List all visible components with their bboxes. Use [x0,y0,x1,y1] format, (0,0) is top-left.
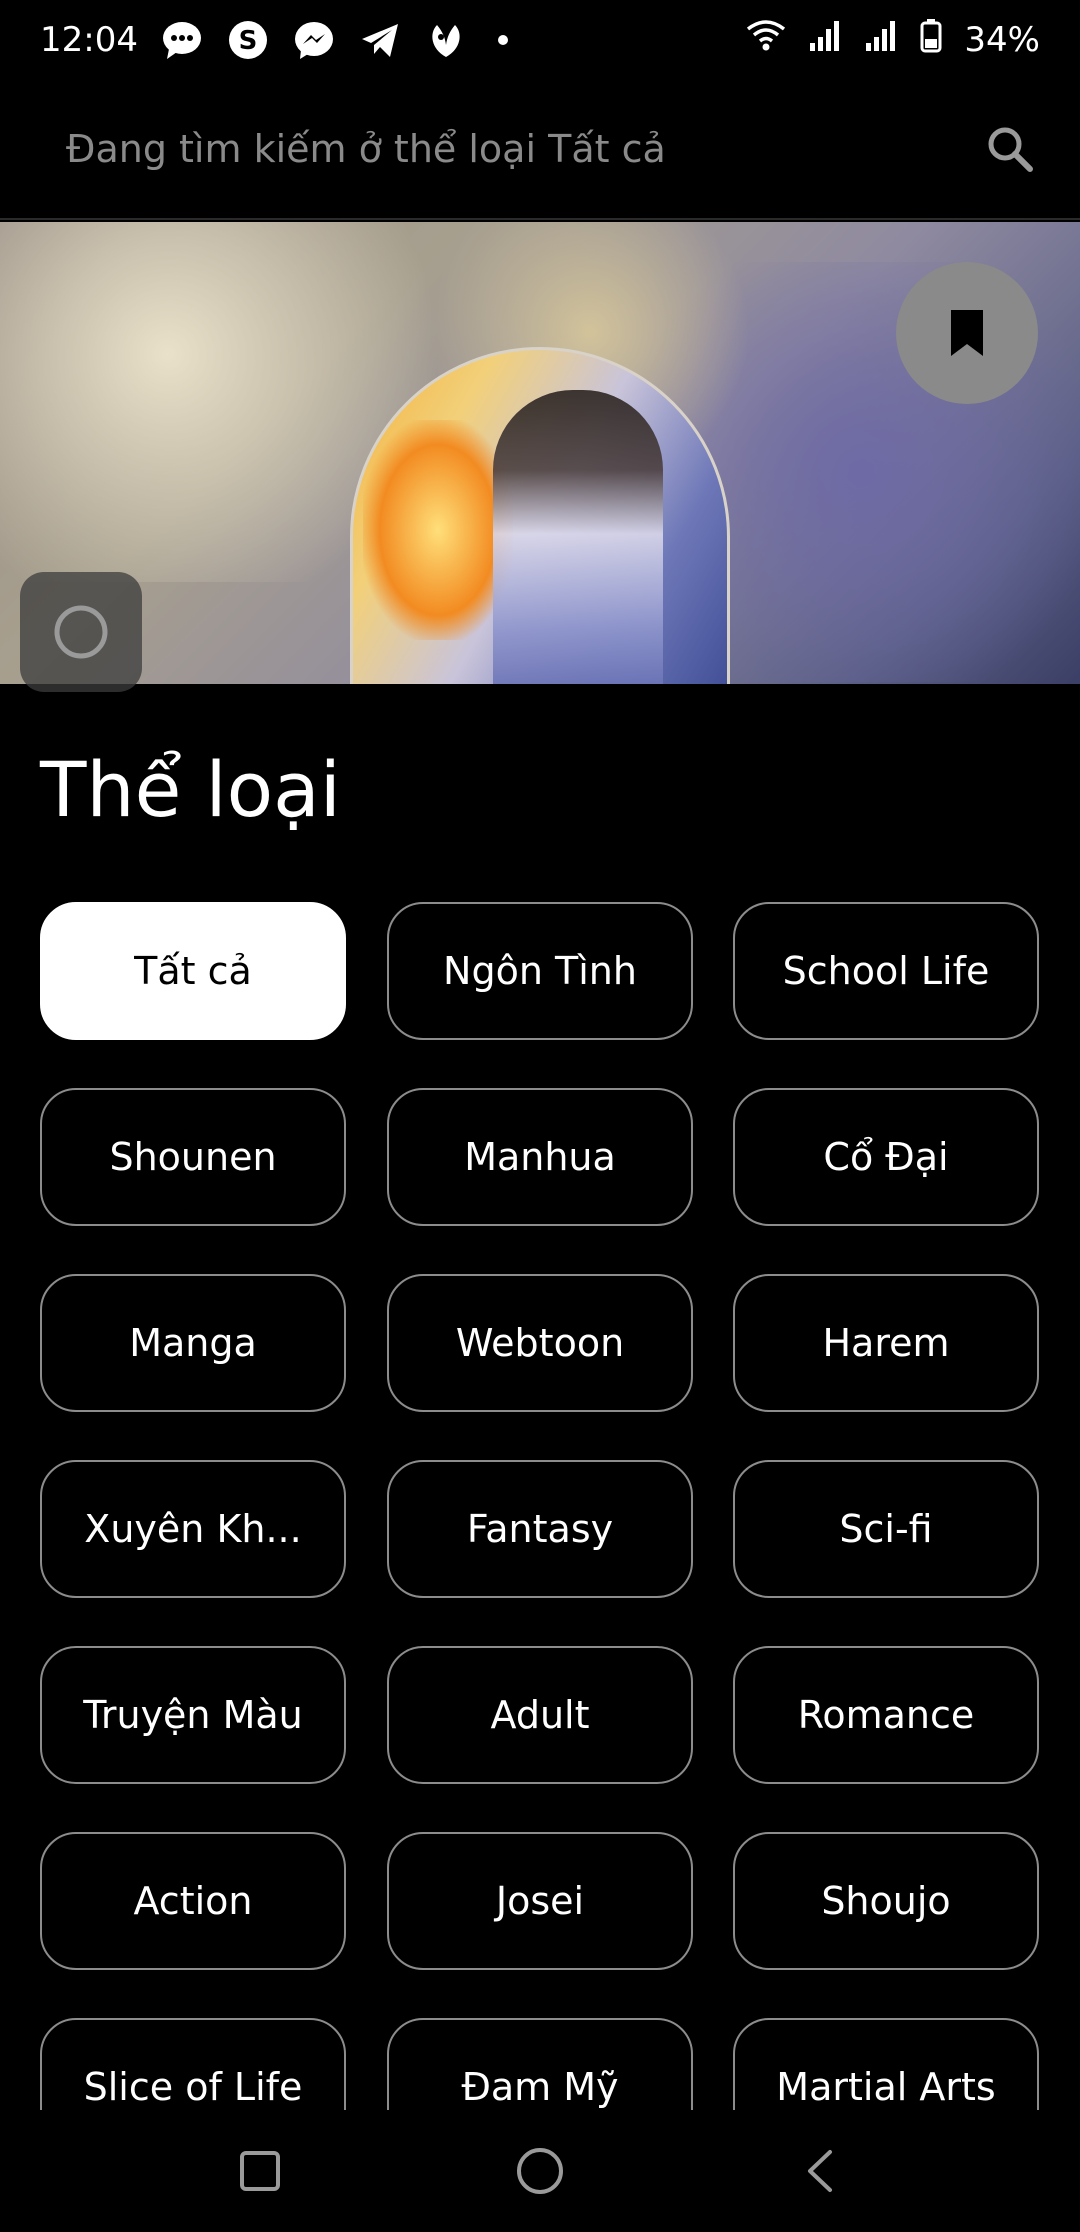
search-input[interactable] [64,126,980,172]
messenger-icon [292,18,336,62]
search-icon[interactable] [980,119,1040,179]
category-chip-label: Adult [490,1693,590,1737]
bookmark-button[interactable] [896,262,1038,404]
status-time: 12:04 [40,20,138,60]
category-chip[interactable]: Action [40,1832,346,1970]
search-bar [0,80,1080,220]
navigation-bar [0,2110,1080,2232]
category-chip[interactable]: Cổ Đại [733,1088,1039,1226]
category-chip[interactable]: Sci-fi [733,1460,1039,1598]
category-chip[interactable]: Josei [387,1832,693,1970]
cover-artwork-flame [363,420,513,640]
cover-artwork-figure [493,390,663,684]
category-chip-label: Martial Arts [776,2065,996,2109]
back-chevron-icon [808,2150,832,2192]
category-chip[interactable]: Manhua [387,1088,693,1226]
svg-text:S: S [239,26,258,56]
category-chip-label: Xuyên Kh... [84,1507,302,1551]
signal-icon-2 [864,19,898,62]
category-chip-label: Manga [129,1321,257,1365]
status-left: 12:04 S [40,18,508,62]
category-chip-label: Ngôn Tình [443,949,637,993]
recent-apps-button[interactable] [220,2131,300,2211]
category-chip[interactable]: Ngôn Tình [387,902,693,1040]
category-chip[interactable]: Harem [733,1274,1039,1412]
square-icon [240,2151,280,2191]
category-chip-label: Đam Mỹ [461,2065,619,2109]
category-chip[interactable]: Đam Mỹ [387,2018,693,2110]
category-chip-label: Webtoon [455,1321,625,1365]
category-chip-label: Fantasy [466,1507,614,1551]
category-grid: Tất cả Ngôn Tình School Life Shounen Manhua C… [40,902,1040,2110]
category-chip[interactable]: Tất cả [40,902,346,1040]
category-chip[interactable]: Adult [387,1646,693,1784]
category-chip[interactable]: Romance [733,1646,1039,1784]
battery-icon [920,18,942,62]
category-chip-label: Action [133,1879,253,1923]
category-chip-label: Truyện Màu [83,1693,303,1737]
telegram-icon [358,18,402,62]
signal-icon-1 [808,19,842,62]
category-chip[interactable]: Webtoon [387,1274,693,1412]
category-chip[interactable]: Manga [40,1274,346,1412]
category-chip[interactable]: Slice of Life [40,2018,346,2110]
category-chip[interactable]: School Life [733,902,1039,1040]
category-chip-label: School Life [782,949,990,993]
category-chip[interactable]: Shounen [40,1088,346,1226]
home-button[interactable] [500,2131,580,2211]
category-chip[interactable]: Martial Arts [733,2018,1039,2110]
category-chip-label: Slice of Life [83,2065,303,2109]
skype-icon: S [226,18,270,62]
chat-bubble-icon [160,18,204,62]
category-chip-label: Shounen [109,1135,277,1179]
category-chip-label: Harem [822,1321,950,1365]
floating-circle-button[interactable] [20,572,142,692]
leaf-icon [424,18,468,62]
category-chip-label: Shoujo [821,1879,951,1923]
wifi-icon [746,19,786,62]
circle-icon [54,605,108,659]
category-chip-label: Sci-fi [839,1507,933,1551]
category-chip-label: Romance [797,1693,975,1737]
category-chip-label: Cổ Đại [823,1135,949,1179]
home-circle-icon [517,2148,563,2194]
status-right: 34% [746,18,1040,62]
battery-percent: 34% [964,20,1040,60]
category-chip[interactable]: Truyện Màu [40,1646,346,1784]
status-bar: 12:04 S 34% [0,0,1080,80]
back-button[interactable] [780,2131,860,2211]
category-chip-label: Tất cả [134,949,252,993]
category-chip-label: Josei [495,1879,585,1923]
more-notifications-dot [497,35,508,45]
category-chip[interactable]: Shoujo [733,1832,1039,1970]
category-chip[interactable]: Fantasy [387,1460,693,1598]
section-title: Thể loại [40,745,341,834]
bookmark-icon [951,310,983,356]
category-chip[interactable]: Xuyên Kh... [40,1460,346,1598]
category-chip-label: Manhua [464,1135,616,1179]
